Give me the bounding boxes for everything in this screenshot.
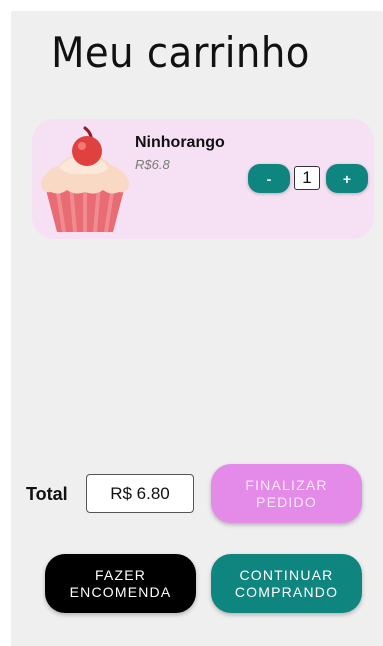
place-order-button[interactable]: FAZER ENCOMENDA: [45, 554, 196, 613]
finalize-order-button[interactable]: FINALIZAR PEDIDO: [211, 464, 362, 523]
product-price: R$6.8: [135, 157, 170, 172]
decrement-button[interactable]: -: [248, 164, 290, 193]
cart-item: Ninhorango R$6.8 - 1 +: [32, 119, 374, 239]
increment-button[interactable]: +: [326, 164, 368, 193]
total-value: R$ 6.80: [86, 474, 194, 513]
quantity-field[interactable]: 1: [294, 166, 320, 190]
cupcake-icon: [37, 124, 132, 234]
app-screen: [11, 11, 383, 646]
continue-shopping-button[interactable]: CONTINUAR COMPRANDO: [211, 554, 362, 613]
page-title: Meu carrinho: [51, 28, 310, 77]
product-name: Ninhorango: [135, 134, 225, 151]
total-label: Total: [26, 484, 68, 504]
